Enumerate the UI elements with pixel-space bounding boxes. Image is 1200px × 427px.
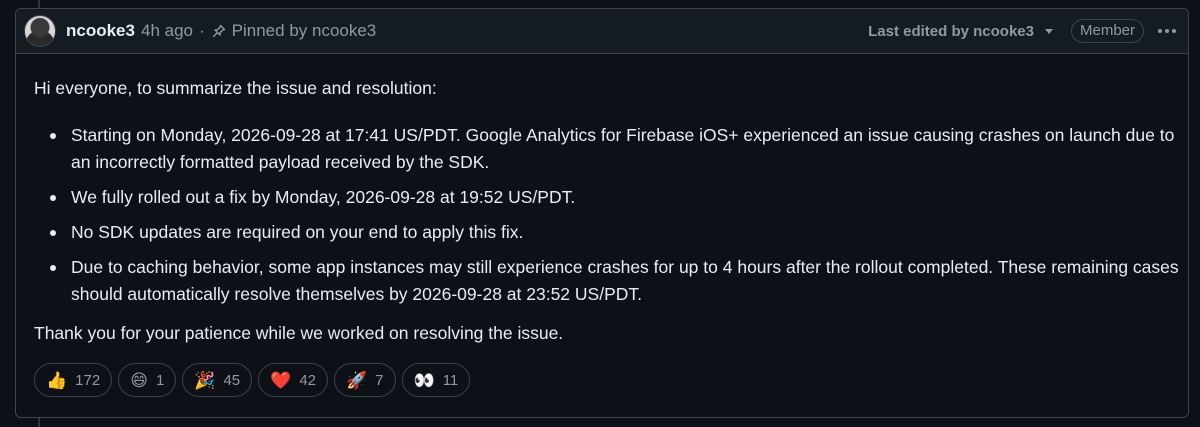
hooray-icon: 🎉 [194,370,216,390]
comment-card: ncooke3 4h ago · Pinned by ncooke3 Last … [15,8,1189,418]
role-badge: Member [1070,19,1144,43]
list-item: We fully rolled out a fix by Monday, 202… [50,184,1186,211]
timestamp-link[interactable]: 4h ago [141,21,193,41]
reaction-count: 7 [375,371,384,389]
header-actions: Last edited by ncooke3 Member [868,19,1178,43]
reaction-eyes-button[interactable]: 👀 11 [401,363,471,397]
rocket-icon: 🚀 [346,370,368,390]
comment-header: ncooke3 4h ago · Pinned by ncooke3 Last … [16,9,1188,54]
separator-dot: · [198,21,205,40]
laugh-icon: 😄 [130,370,148,390]
pin-icon [211,23,227,39]
eyes-icon: 👀 [413,370,435,390]
reaction-count: 42 [299,371,316,389]
reaction-laugh-button[interactable]: 😄 1 [118,363,177,397]
more-options-button[interactable] [1156,25,1178,37]
kebab-dot [1165,29,1169,33]
reaction-count: 45 [223,371,241,389]
reaction-count: 1 [155,371,165,389]
kebab-dot [1172,29,1176,33]
reactions-bar: 👍 172 😄 1 🎉 45 ❤️ 42 🚀 7 👀 11 [34,363,471,397]
edit-history-dropdown[interactable]: Last edited by ncooke3 [868,23,1053,40]
pinned-by-text: Pinned by ncooke3 [231,21,377,40]
list-item: Starting on Monday, 2026-09-28 at 17:41 … [50,122,1186,176]
heart-icon: ❤️ [270,370,292,390]
reaction-rocket-button[interactable]: 🚀 7 [334,363,396,397]
reaction-count: 172 [75,371,101,389]
author-link[interactable]: ncooke3 [66,21,135,41]
closing-text: Thank you for your patience while we wor… [34,323,564,343]
reaction-heart-button[interactable]: ❤️ 42 [258,363,328,397]
reaction-count: 11 [442,371,459,389]
edit-history-label: Last edited by ncooke3 [868,22,1034,40]
kebab-icon [1158,29,1162,33]
reaction-hooray-button[interactable]: 🎉 45 [182,363,253,397]
intro-text: Hi everyone, to summarize the issue and … [34,78,437,98]
reaction-thumbs-up-button[interactable]: 👍 172 [34,363,113,397]
summary-list: Starting on Monday, 2026-09-28 at 17:41 … [34,122,1186,316]
list-item: No SDK updates are required on your end … [50,219,1186,246]
thumbs-up-icon: 👍 [46,370,68,390]
caret-down-icon [1044,28,1053,34]
list-item: Due to caching behavior, some app instan… [50,254,1186,308]
avatar[interactable] [24,15,56,47]
